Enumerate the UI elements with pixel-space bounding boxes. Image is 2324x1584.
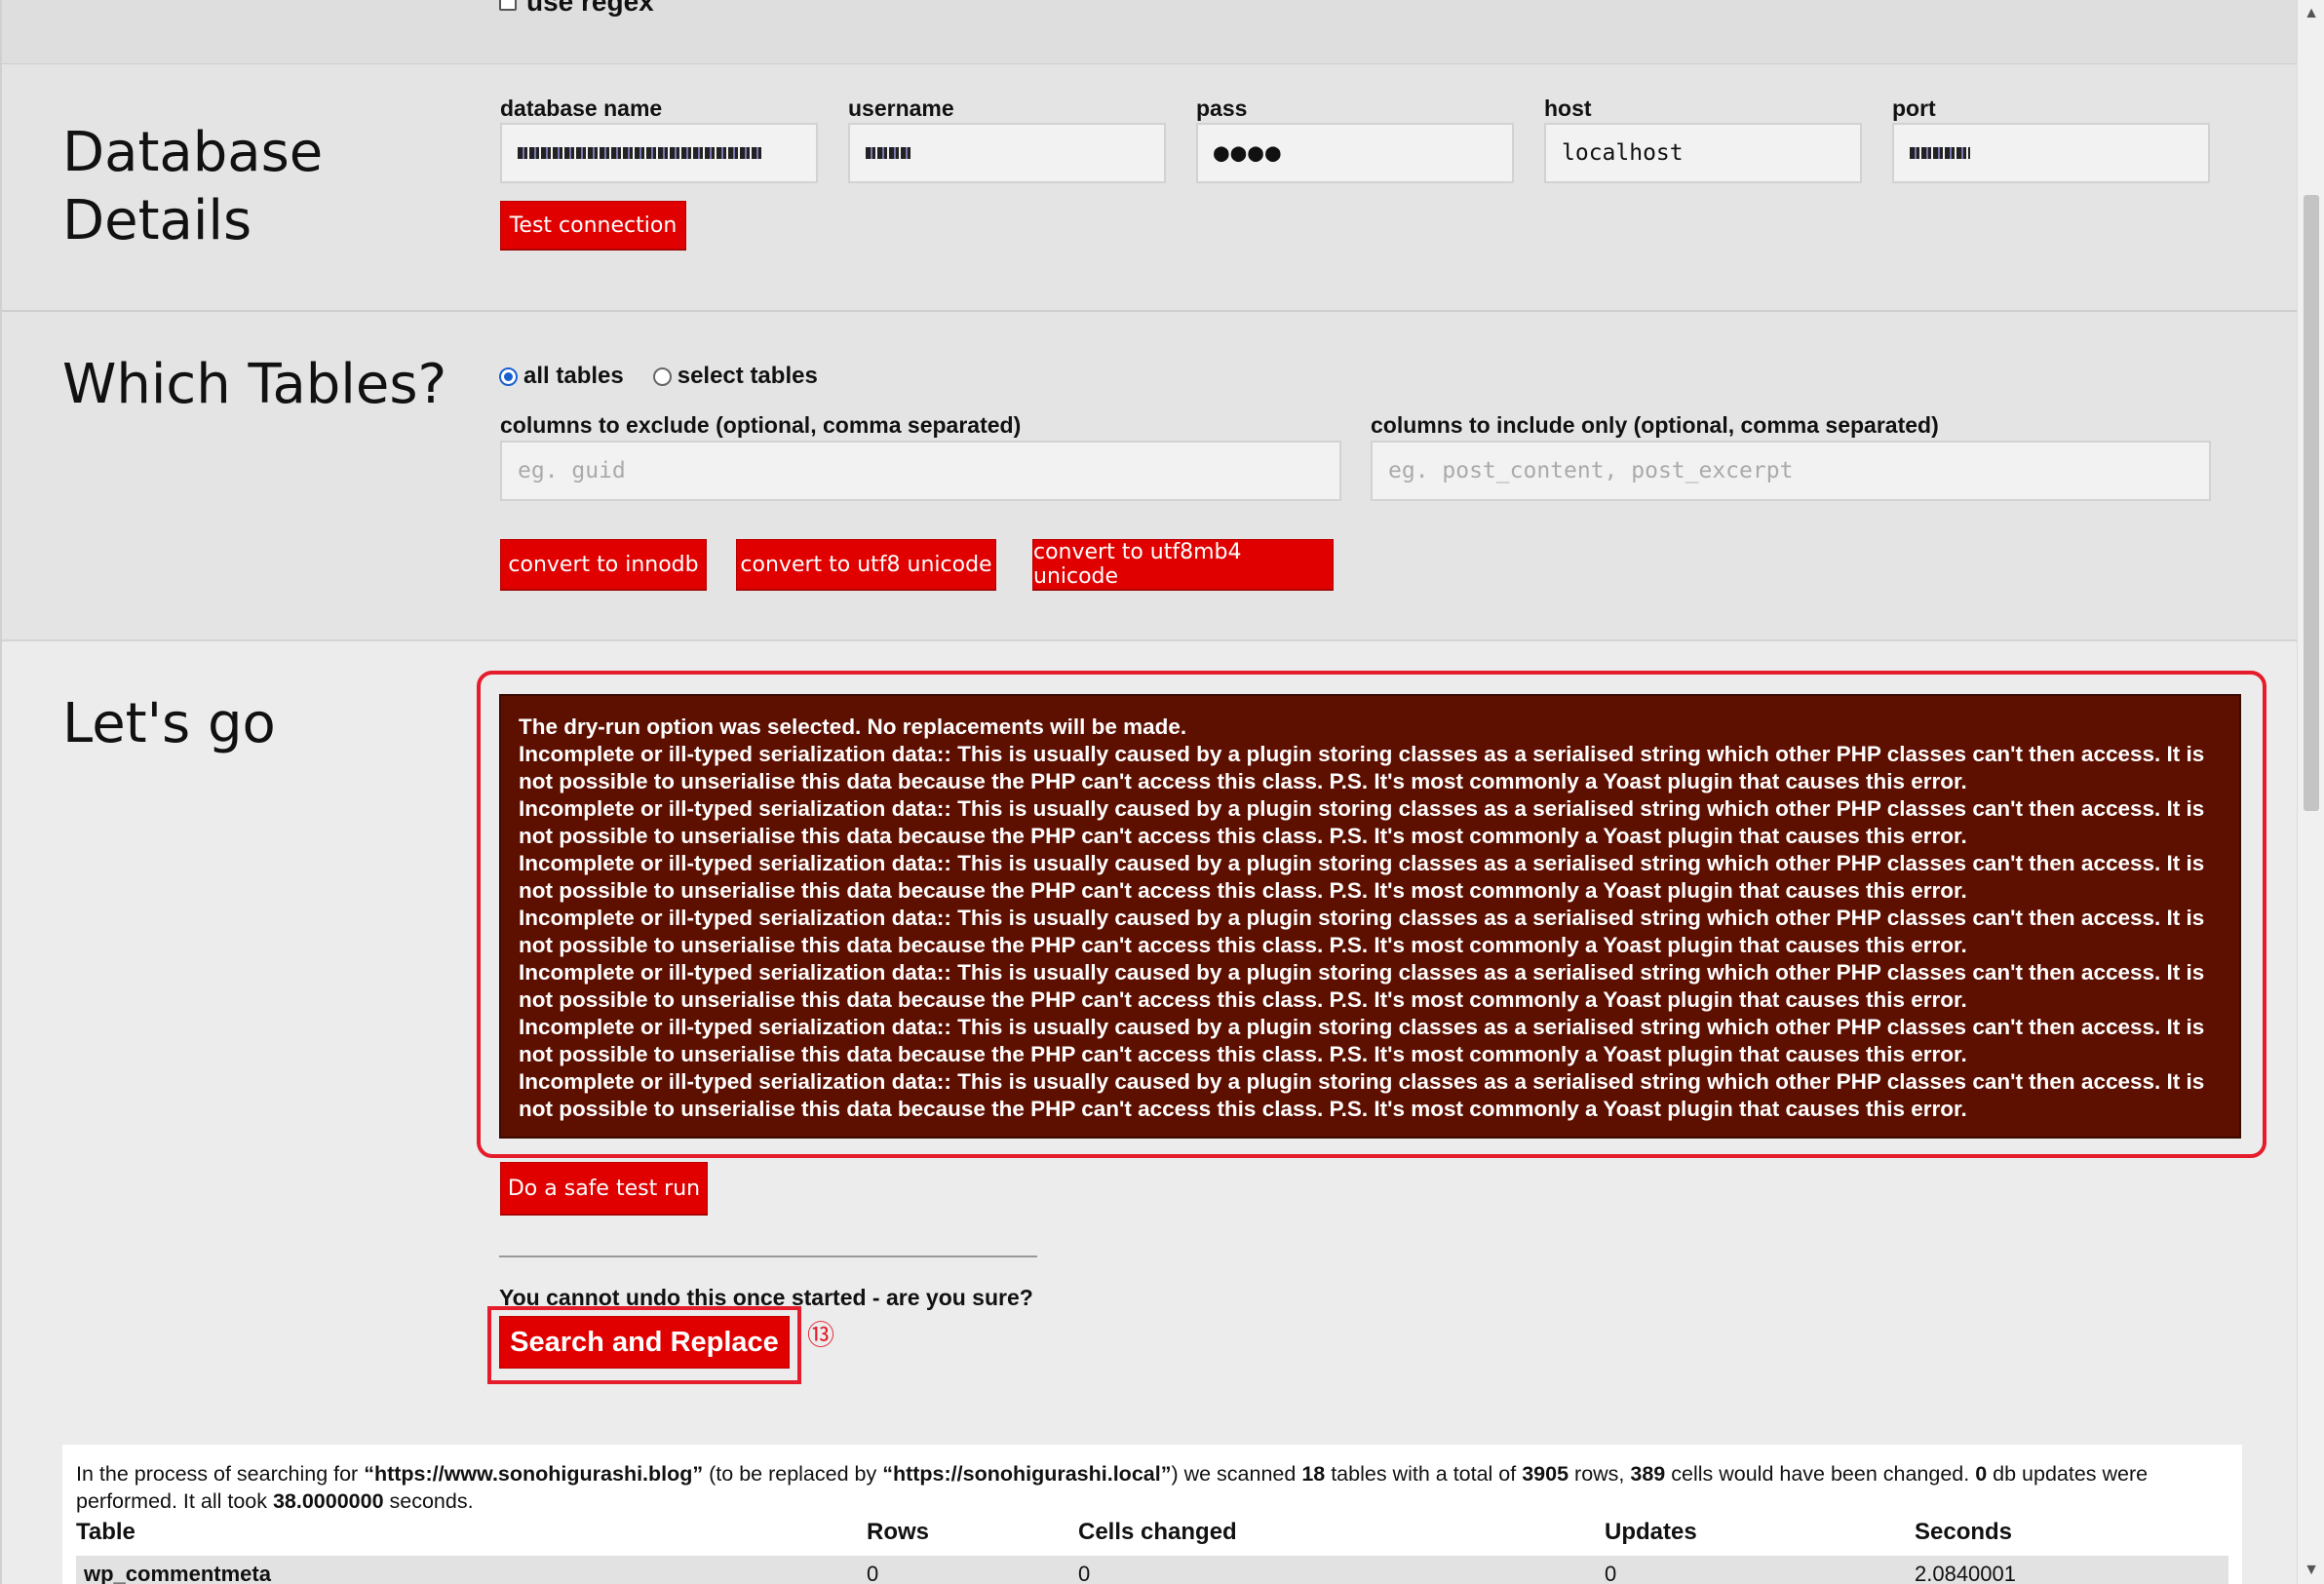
updates-count: 0 [1975,1462,1988,1486]
radio-checked-icon[interactable] [499,367,518,387]
divider [499,1256,1037,1257]
results-table-header: Table Rows Cells changed Updates Seconds [76,1519,2228,1554]
scroll-up-icon[interactable]: ▲ [2298,0,2324,27]
message-line: Incomplete or ill-typed serialization da… [519,1069,2205,1121]
convert-utf8mb4-button[interactable]: convert to utf8mb4 unicode [1032,539,1334,590]
seconds-count: 38.0000000 [272,1489,384,1513]
message-line: Incomplete or ill-typed serialization da… [519,742,2205,793]
use-regex-label: use regex [526,0,654,17]
results-report: In the process of searching for “https:/… [62,1445,2242,1584]
replace-term: “https://sonohigurashi.local” [882,1462,1172,1486]
regex-section: use regex [2,0,2297,64]
include-columns-label: columns to include only (optional, comma… [1371,412,1939,438]
search-and-replace-button[interactable]: Search and Replace [499,1316,790,1369]
col-updates: Updates [1605,1519,1697,1545]
username-label: username [848,96,954,121]
convert-innodb-button[interactable]: convert to innodb [500,539,707,590]
masked-value [1910,147,1970,159]
message-line: The dry-run option was selected. No repl… [519,715,1187,739]
table-scope-radios: all tables select tables [499,363,818,390]
use-regex-row[interactable]: use regex [499,0,654,18]
col-seconds: Seconds [1915,1519,2013,1545]
scroll-down-icon[interactable]: ▼ [2298,1557,2324,1584]
message-line: Incomplete or ill-typed serialization da… [519,906,2205,957]
port-input[interactable] [1892,123,2210,183]
safe-test-run-button[interactable]: Do a safe test run [500,1162,708,1215]
pass-label: pass [1196,96,1248,121]
include-columns-input[interactable]: eg. post_content, post_excerpt [1371,441,2211,501]
cells-count: 389 [1630,1462,1666,1486]
database-title: Database Details [62,121,324,252]
message-line: Incomplete or ill-typed serialization da… [519,796,2205,848]
message-line: Incomplete or ill-typed serialization da… [519,1015,2205,1066]
tables-count: 18 [1301,1462,1326,1486]
pass-input[interactable]: ●●●● [1196,123,1514,183]
vertical-scrollbar[interactable]: ▲ ▼ [2297,0,2324,1584]
step-marker: ⑬ [807,1320,835,1350]
exclude-columns-input[interactable]: eg. guid [500,441,1341,501]
convert-utf8-button[interactable]: convert to utf8 unicode [736,539,996,590]
radio-all-tables[interactable]: all tables [499,363,624,390]
masked-value [518,147,763,159]
table-row: wp_commentmeta 0 0 0 2.0840001 [76,1556,2228,1584]
username-input[interactable] [848,123,1166,183]
lets-go-title: Let's go [62,692,276,755]
message-line: Incomplete or ill-typed serialization da… [519,851,2205,903]
dry-run-messages: The dry-run option was selected. No repl… [499,694,2241,1139]
rows-count: 3905 [1522,1462,1569,1486]
test-connection-button[interactable]: Test connection [500,201,686,250]
exclude-columns-label: columns to exclude (optional, comma sepa… [500,412,1022,438]
database-section: Database Details database name username … [2,64,2297,312]
page: use regex Database Details database name… [0,0,2297,1584]
tables-title: Which Tables? [62,353,447,416]
message-line: Incomplete or ill-typed serialization da… [519,960,2205,1012]
search-term: “https://www.sonohigurashi.blog” [364,1462,704,1486]
scroll-thumb[interactable] [2304,195,2319,811]
host-input[interactable]: localhost [1544,123,1862,183]
database-name-input[interactable] [500,123,818,183]
col-rows: Rows [867,1519,930,1545]
host-label: host [1544,96,1592,121]
use-regex-checkbox[interactable] [499,0,517,11]
report-summary: In the process of searching for “https:/… [76,1462,2149,1513]
port-label: port [1892,96,1936,121]
database-name-label: database name [500,96,663,121]
radio-select-tables[interactable]: select tables [652,363,818,390]
radio-unchecked-icon[interactable] [652,367,672,387]
masked-value [866,147,910,159]
col-cells-changed: Cells changed [1078,1519,1237,1545]
col-table: Table [76,1519,136,1545]
